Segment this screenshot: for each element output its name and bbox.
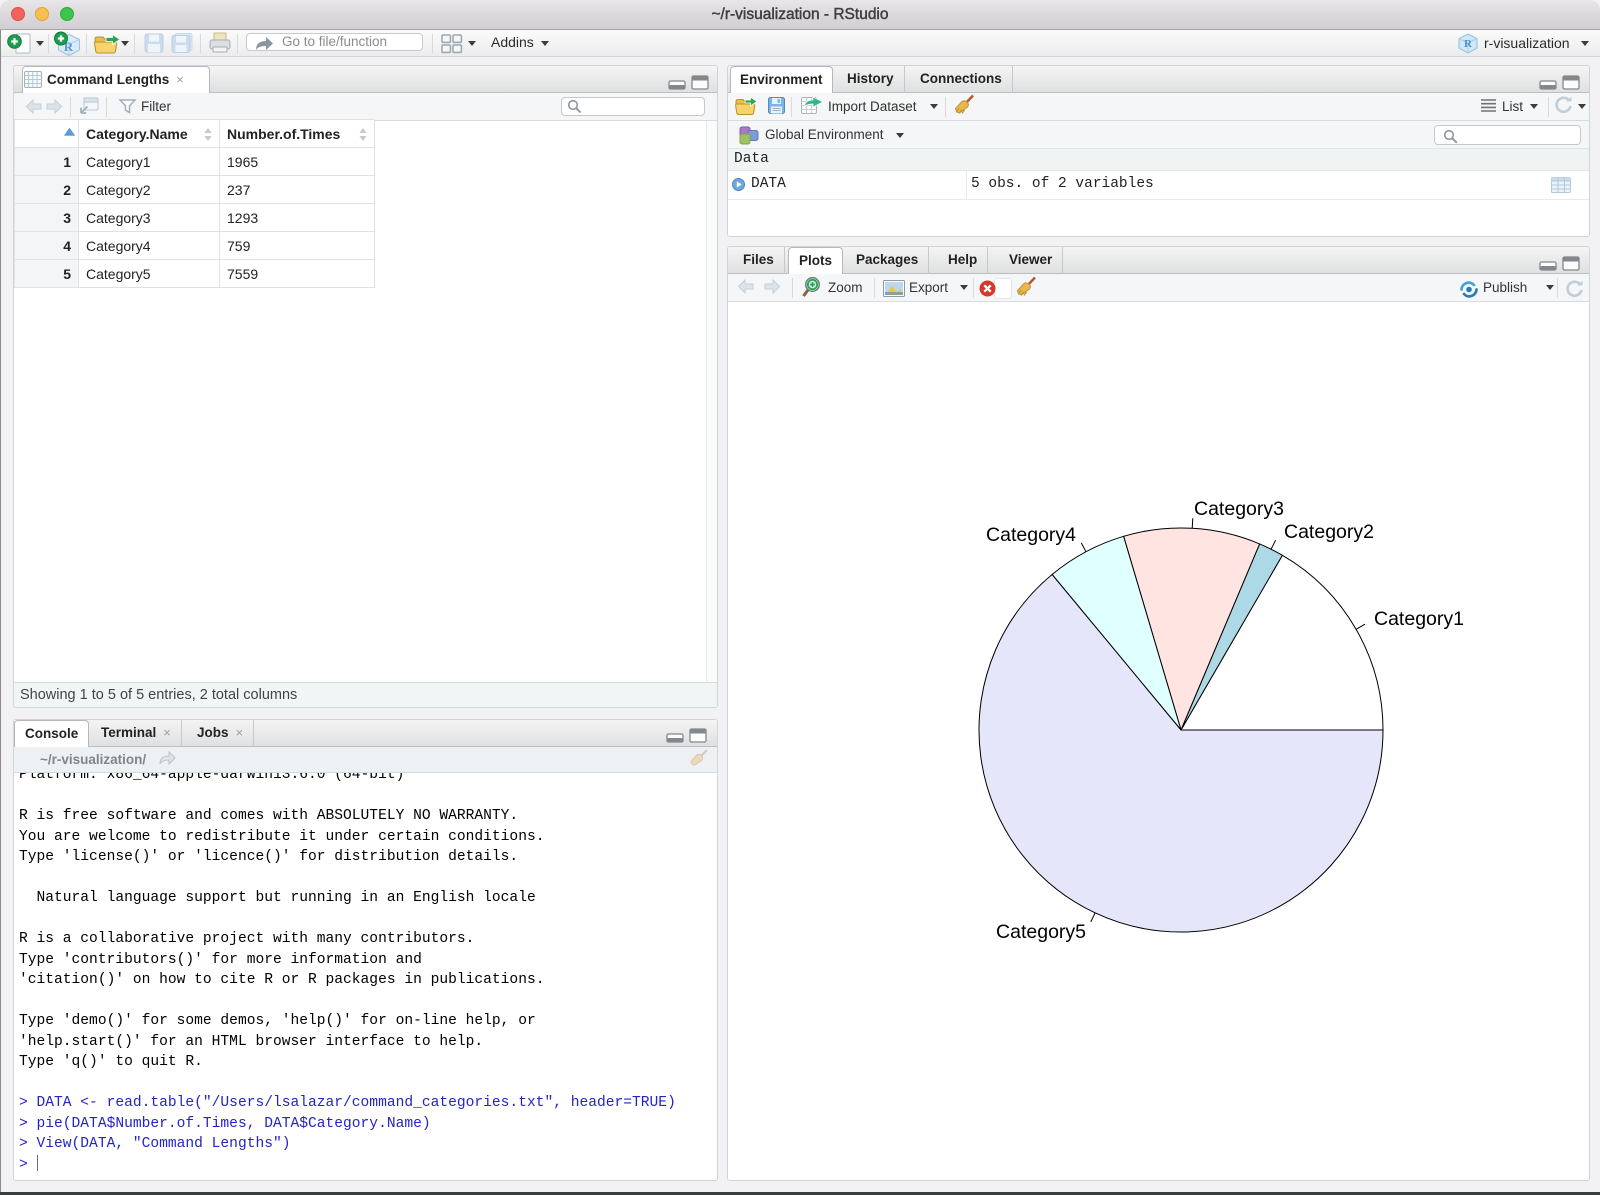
svg-text:Category5: Category5 [996,921,1086,943]
svg-text:R: R [1464,38,1473,50]
svg-text:Category3: Category3 [1194,498,1284,520]
svg-text:Category4: Category4 [986,524,1076,546]
svg-text:Category1: Category1 [1374,608,1464,630]
svg-text:Category2: Category2 [1284,521,1374,543]
